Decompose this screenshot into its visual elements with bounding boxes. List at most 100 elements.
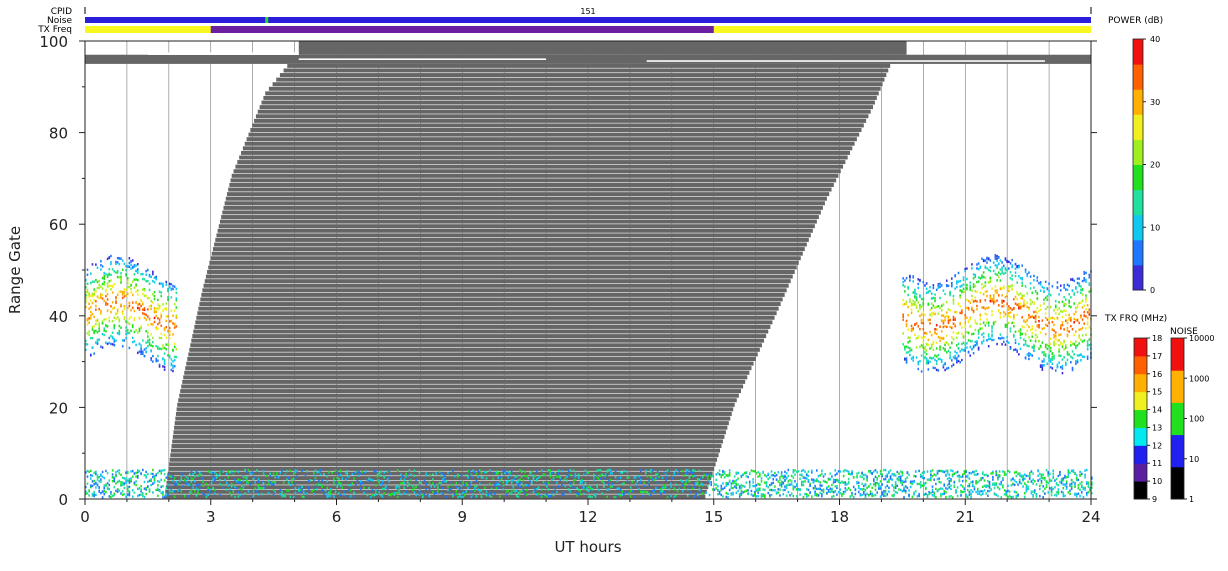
echo-cell xyxy=(143,278,146,281)
echo-cell xyxy=(118,257,121,260)
echo-cell xyxy=(1001,269,1003,272)
echo-cell xyxy=(1041,360,1044,363)
echo-cell xyxy=(593,479,595,482)
echo-cell xyxy=(725,484,728,488)
echo-cell xyxy=(120,290,122,293)
echo-cell xyxy=(1073,279,1075,283)
echo-cell xyxy=(643,490,645,494)
echo-cell xyxy=(262,472,265,476)
echo-cell xyxy=(1070,361,1072,364)
echo-cell xyxy=(913,474,915,478)
echo-cell xyxy=(792,469,795,472)
echo-cell xyxy=(1073,293,1075,296)
echo-cell xyxy=(1073,342,1075,346)
echo-cell xyxy=(115,317,117,321)
echo-cell xyxy=(115,312,117,315)
echo-cell xyxy=(90,484,92,487)
echo-cell xyxy=(93,325,95,328)
echo-cell xyxy=(961,490,964,494)
echo-cell xyxy=(1065,309,1067,313)
echo-cell xyxy=(912,359,915,362)
echo-cell xyxy=(619,476,622,480)
echo-cell xyxy=(536,488,538,491)
echo-cell xyxy=(125,320,127,323)
echo-cell xyxy=(957,359,960,363)
echo-cell xyxy=(515,481,518,484)
echo-cell xyxy=(158,365,161,368)
echo-cell xyxy=(1062,477,1065,480)
echo-cell xyxy=(924,331,926,335)
echo-cell xyxy=(398,486,401,489)
echo-cell xyxy=(1073,321,1075,324)
echo-cell xyxy=(302,492,305,495)
echo-cell xyxy=(934,297,936,300)
echo-cell xyxy=(240,488,243,491)
echo-cell xyxy=(1084,488,1086,491)
echo-cell xyxy=(735,486,738,490)
echo-cell xyxy=(1061,315,1064,319)
echo-cell xyxy=(167,354,169,357)
echo-cell xyxy=(1027,485,1029,488)
echo-cell xyxy=(143,495,146,499)
echo-cell xyxy=(663,484,666,487)
echo-cell xyxy=(708,479,711,483)
echo-cell xyxy=(549,475,552,479)
echo-cell xyxy=(914,470,917,473)
rti-plot: CPID Noise TX Freq 151 0 3 6 9 12 15 18 21 24020… xyxy=(6,7,1214,556)
echo-cell xyxy=(1026,318,1029,322)
echo-cell xyxy=(1040,479,1043,483)
echo-cell xyxy=(663,491,666,494)
echo-cell xyxy=(157,359,159,362)
ground-scatter-row xyxy=(225,196,827,201)
echo-cell xyxy=(334,481,337,485)
echo-cell xyxy=(301,488,303,492)
echo-cell xyxy=(588,489,590,493)
echo-cell xyxy=(705,491,707,494)
echo-cell xyxy=(118,469,121,472)
echo-cell xyxy=(264,484,267,488)
echo-cell xyxy=(162,365,164,368)
echo-cell xyxy=(1045,485,1048,489)
echo-cell xyxy=(752,469,754,473)
echo-cell xyxy=(765,475,768,478)
echo-cell xyxy=(862,487,865,491)
echo-cell xyxy=(937,369,940,372)
echo-cell xyxy=(96,295,99,298)
echo-cell xyxy=(1054,369,1057,372)
echo-cell xyxy=(452,494,454,498)
echo-cell xyxy=(918,469,920,473)
echo-cell xyxy=(1056,286,1059,289)
echo-cell xyxy=(969,288,972,291)
echo-cell xyxy=(1014,341,1017,345)
echo-cell xyxy=(1028,471,1031,475)
echo-cell xyxy=(145,486,147,490)
echo-cell xyxy=(272,480,275,483)
echo-cell xyxy=(180,478,183,481)
echo-cell xyxy=(408,483,411,486)
echo-cell xyxy=(98,486,101,489)
echo-cell xyxy=(638,487,640,491)
echo-cell xyxy=(1004,257,1007,260)
echo-cell xyxy=(987,268,990,272)
ground-scatter-row xyxy=(199,302,781,307)
echo-cell xyxy=(905,345,908,348)
echo-cell xyxy=(163,362,166,365)
echo-cell xyxy=(584,469,587,472)
echo-cell xyxy=(182,473,184,476)
echo-cell xyxy=(286,478,288,481)
echo-cell xyxy=(494,484,496,487)
echo-cell xyxy=(834,485,837,488)
echo-cell xyxy=(95,319,97,323)
echo-cell xyxy=(753,470,756,473)
echo-cell xyxy=(909,485,912,489)
echo-cell xyxy=(160,294,163,298)
echo-cell xyxy=(1002,470,1004,473)
echo-cell xyxy=(170,319,173,323)
echo-cell xyxy=(505,493,508,496)
echo-cell xyxy=(195,483,198,487)
echo-cell xyxy=(1033,346,1035,349)
echo-cell xyxy=(898,476,900,480)
echo-cell xyxy=(660,490,662,493)
echo-cell xyxy=(904,345,906,348)
echo-cell xyxy=(542,480,545,484)
